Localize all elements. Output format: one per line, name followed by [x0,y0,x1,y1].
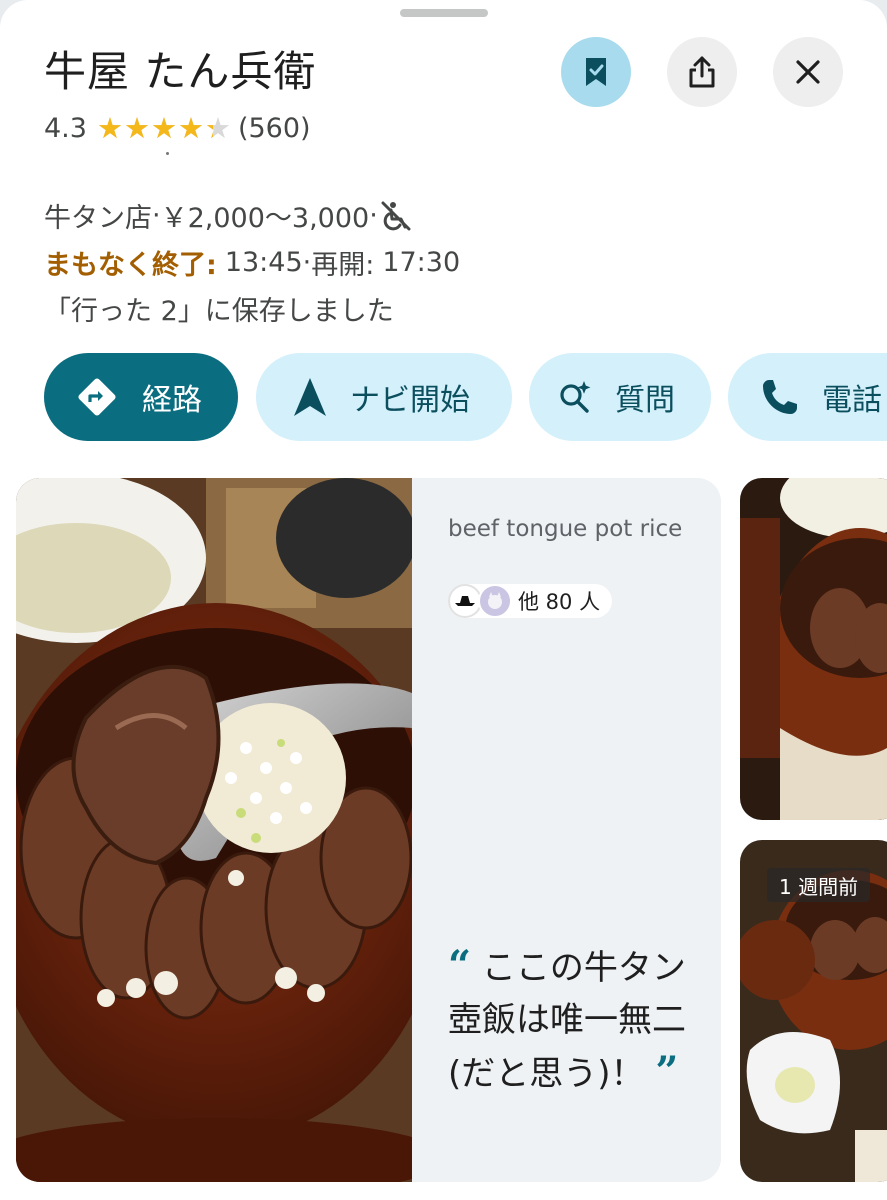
place-title: 牛屋 たん兵衛 [44,47,317,96]
price-range: ￥2,000〜3,000 [160,203,370,234]
close-button[interactable] [773,37,843,107]
place-sheet: 牛屋 たん兵衛 4.3 ★★★★★ ★★★★★ (560) 牛タン店 · ￥2,… [0,0,887,1200]
saved-list-note[interactable]: 「行った 2」に保存しました [44,289,394,328]
ask-sparkle-icon [560,381,591,413]
separator: · [302,247,312,278]
drag-handle[interactable] [400,9,488,17]
photo-age-badge: 1 週間前 [767,868,871,902]
start-navigation-button[interactable]: ナビ開始 [256,353,512,441]
photo-thumbnail[interactable] [740,478,887,820]
rating-row[interactable]: 4.3 ★★★★★ ★★★★★ (560) [44,108,311,148]
no-wheelchair-access-icon [381,201,411,230]
category-price-line: 牛タン店 · ￥2,000〜3,000 · [44,196,412,235]
close-quote-mark: ” [655,1048,679,1095]
phone-icon [763,380,797,414]
star-rating: ★★★★★ ★★★★★ [96,111,232,145]
share-button[interactable] [667,37,737,107]
separator: · [152,200,161,231]
contributor-count: 他 80 人 [518,590,601,614]
review-count: (560) [237,112,311,144]
navigation-arrow-icon [294,378,326,416]
bookmark-icon [586,58,606,86]
review-quote: “ ここの牛タン壺飯は唯一無二(だと思う)！ ” [448,940,698,1100]
call-label: 電話 [822,383,882,418]
star-rating-fill: ★★★★★ [96,111,213,145]
closing-soon-label: まもなく終了: [44,250,217,281]
dish-details: beef tongue pot rice 他 80 人 “ ここの牛タン壺飯は唯… [412,478,721,1182]
featured-dish-card[interactable]: beef tongue pot rice 他 80 人 “ ここの牛タン壺飯は唯… [16,478,721,1182]
dish-photo [16,478,412,1182]
hours-line[interactable]: まもなく終了: 13:45 · 再開: 17:30 [44,243,460,282]
reopen-label: 再開: [311,250,375,281]
start-navigation-label: ナビ開始 [350,383,470,418]
quote-text: ここの牛タン壺飯は唯一無二(だと思う)！ [448,948,686,1094]
divider-dot [166,152,169,155]
avatar [448,584,482,618]
close-icon [796,60,820,84]
avatar [478,584,512,618]
directions-label: 経路 [142,383,202,418]
dish-name: beef tongue pot rice [448,516,683,542]
ask-question-label: 質問 [615,383,675,418]
category: 牛タン店 [44,203,152,234]
call-button[interactable]: 電話 [728,353,887,441]
closing-time: 13:45 [224,247,303,278]
reopen-time: 17:30 [382,247,461,278]
separator: · [369,200,378,231]
directions-icon [78,378,116,416]
directions-button[interactable]: 経路 [44,353,238,441]
share-icon [689,56,715,88]
save-button[interactable] [561,37,631,107]
contributors[interactable]: 他 80 人 [448,584,613,618]
open-quote-mark: “ [448,942,472,989]
rating-value: 4.3 [44,112,87,144]
ask-question-button[interactable]: 質問 [529,353,711,441]
